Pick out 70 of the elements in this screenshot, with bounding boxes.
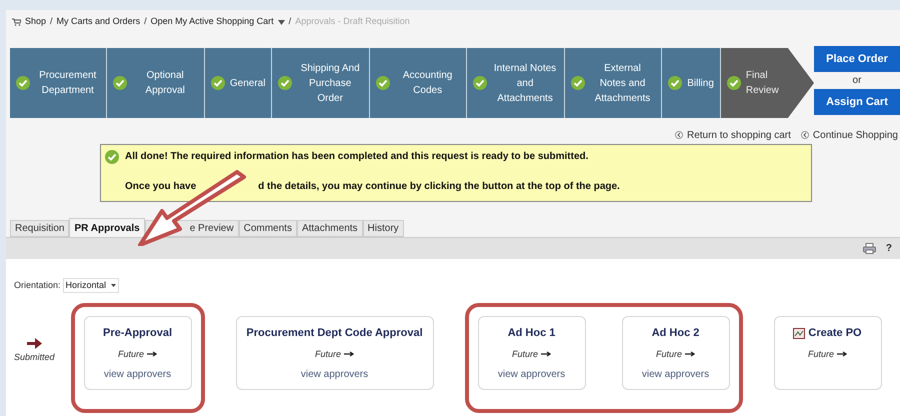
back-arrow-icon [800,131,809,139]
breadcrumb-separator: / [144,15,147,28]
step-label: Procurement Department [38,69,98,98]
step-label: Final Review [746,69,780,98]
step-title: Ad Hoc 1 [508,326,556,341]
breadcrumb-separator: / [50,15,53,28]
tab[interactable]: History [362,220,404,237]
step-label: Optional Approval [144,69,186,98]
breadcrumb-current: Approvals - Draft Requisition [295,15,410,28]
completed-step[interactable]: Internal Notes and Attachments [467,48,565,118]
completed-step[interactable]: Accounting Codes [370,48,468,118]
navigation-link[interactable]: Return to shopping cart [686,128,791,142]
orientation-select[interactable]: Horizontal [62,278,120,293]
breadcrumb-link[interactable]: Shop [25,15,46,29]
tab[interactable]: Attachments [296,220,363,237]
or-text: or [852,74,862,88]
right-arrow-icon [344,351,354,358]
caret-icon[interactable] [278,20,285,24]
tab[interactable]: Comments [238,220,297,237]
view-approvers-link[interactable]: view approvers [642,367,710,382]
current-step-chevron[interactable]: Final Review [720,48,814,118]
view-approvers-link[interactable]: view approvers [104,367,172,382]
breadcrumb-separator: / [288,15,292,28]
step-title: Pre-Approval [102,326,172,341]
step-label: General [230,76,266,90]
navigation-link[interactable]: Continue Shopping [812,128,898,142]
step-title: Procurement Dept Code Approval [246,326,423,341]
help-icon[interactable]: ? [886,241,892,256]
step-status: Future [512,348,538,360]
completed-step[interactable]: Shipping And Purchase Order [272,48,370,118]
document-icon [793,328,806,339]
right-arrow-icon [147,351,158,358]
start-status: Submitted [14,351,55,364]
view-approvers-link[interactable]: view approvers [300,367,368,382]
message-text: d the details, you may continue by clicking the button at the top of the page. [258,180,620,194]
back-arrow-icon [674,131,683,139]
view-approvers-link[interactable]: view approvers [498,367,566,382]
caret-icon [111,284,116,287]
step-status: Future [118,348,144,360]
right-arrow-icon [26,338,42,349]
step-label: External Notes and Attachments [594,62,652,106]
print-icon[interactable] [862,243,876,254]
place-order-button[interactable]: Place Order [814,46,900,72]
step-title: Create PO [808,326,862,341]
cart-icon [12,18,21,26]
completed-step[interactable]: General [204,48,272,118]
step-status: Future [315,348,342,360]
right-arrow-icon [685,351,696,358]
completed-step[interactable]: External Notes and Attachments [564,48,662,118]
step-status: Future [656,348,682,360]
check-icon [105,150,119,164]
tab[interactable]: Requisition [10,220,70,237]
right-arrow-icon [541,351,552,358]
completed-step[interactable]: Optional Approval [107,48,205,118]
step-status: Future [808,348,834,360]
completed-step[interactable]: Billing [662,48,721,118]
step-label: Billing [687,76,714,90]
step-label: Internal Notes and Attachments [492,62,558,106]
breadcrumb-link[interactable]: My Carts and Orders [56,15,140,29]
orientation-label: Orientation: [14,278,61,292]
message-text: Once you have [125,180,196,194]
step-title: Ad Hoc 2 [652,326,700,341]
assign-cart-button[interactable]: Assign Cart [814,89,900,115]
completed-step[interactable]: Procurement Department [10,48,108,118]
tab[interactable]: PR Approvals [69,218,145,237]
right-arrow-icon [837,351,848,358]
step-label: Accounting Codes [402,69,454,98]
breadcrumb-link[interactable]: Open My Active Shopping Cart [150,15,274,29]
step-label: Shipping And Purchase Order [300,62,361,106]
message-title: All done! The required information has been completed and this request is ready to be submitted. [125,150,588,164]
